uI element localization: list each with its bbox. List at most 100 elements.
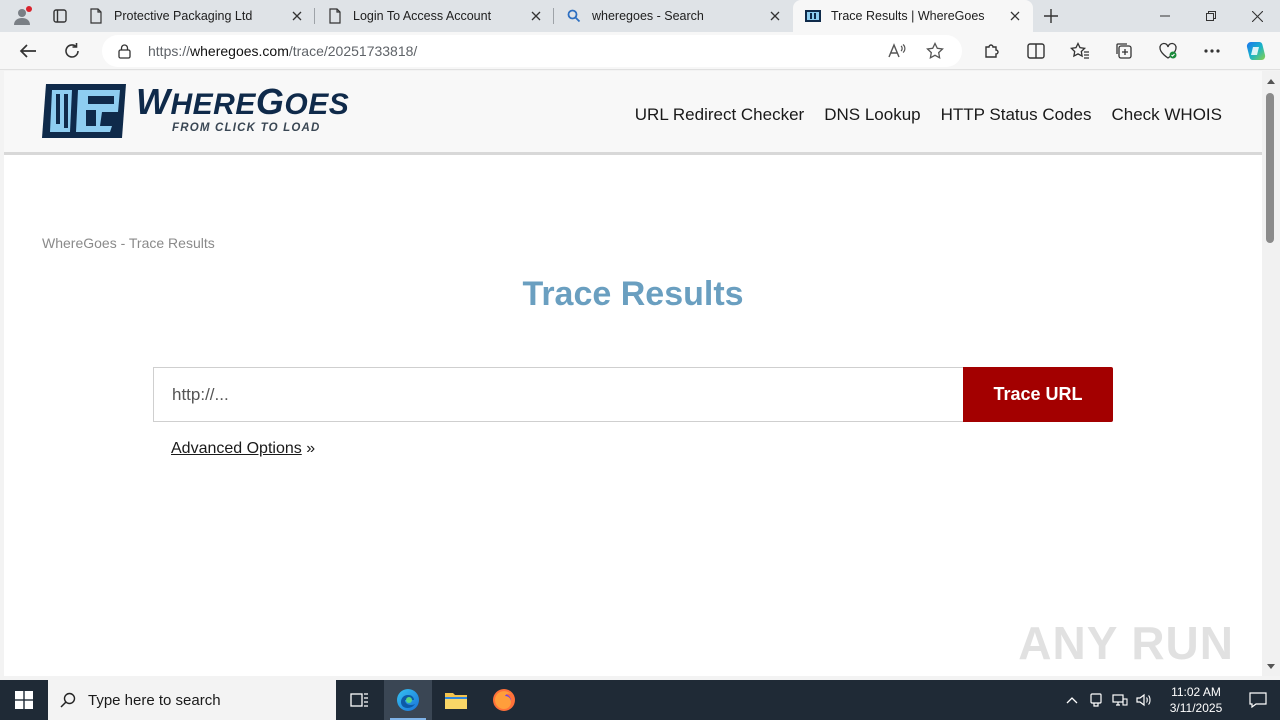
firefox-icon xyxy=(493,689,515,711)
browser-tab-strip: Protective Packaging Ltd Login To Access… xyxy=(0,0,1280,32)
tab-trace-results[interactable]: Trace Results | WhereGoes xyxy=(793,0,1033,32)
close-icon[interactable] xyxy=(767,8,783,24)
site-header: WHEREGOES FROM CLICK TO LOAD URL Redirec… xyxy=(4,71,1262,155)
copilot-button[interactable] xyxy=(1234,35,1278,67)
close-icon[interactable] xyxy=(528,8,544,24)
plus-icon xyxy=(1044,9,1058,23)
url-input[interactable] xyxy=(153,367,963,422)
show-hidden-icons-chevron-icon[interactable] xyxy=(1060,696,1084,704)
extensions-button[interactable] xyxy=(970,35,1014,67)
toolbar-right-buttons xyxy=(970,35,1278,67)
favorites-button[interactable] xyxy=(1058,35,1102,67)
page-icon xyxy=(88,8,104,24)
tab-title: Protective Packaging Ltd xyxy=(114,9,253,23)
logo-wordmark: WHEREGOES xyxy=(136,81,350,122)
profile-button[interactable] xyxy=(0,0,44,32)
collections-button[interactable] xyxy=(1102,35,1146,67)
taskbar-search-box[interactable]: Type here to search xyxy=(48,680,336,720)
heart-pulse-icon xyxy=(1159,42,1177,59)
folder-icon xyxy=(445,693,467,709)
nav-url-redirect-checker[interactable]: URL Redirect Checker xyxy=(635,105,804,125)
close-icon[interactable] xyxy=(1007,8,1023,24)
wheregoes-logo-mark-icon xyxy=(42,84,126,138)
wheregoes-favicon-icon xyxy=(805,8,821,24)
close-icon[interactable] xyxy=(289,8,305,24)
trace-url-button[interactable]: Trace URL xyxy=(963,367,1113,422)
tab-title: Login To Access Account xyxy=(353,9,492,23)
meet-now-icon[interactable] xyxy=(1084,693,1108,707)
volume-icon[interactable] xyxy=(1132,693,1156,707)
nav-dns-lookup[interactable]: DNS Lookup xyxy=(824,105,920,125)
favorite-star-button[interactable] xyxy=(916,42,954,60)
more-dots-icon xyxy=(1204,49,1220,53)
notification-dot xyxy=(26,6,32,12)
scroll-up-arrow-icon[interactable] xyxy=(1265,75,1277,87)
minimize-icon xyxy=(1160,15,1170,17)
vertical-scrollbar[interactable] xyxy=(1262,71,1280,676)
system-tray: 11:02 AM 3/11/2025 xyxy=(1060,680,1280,720)
page-title: Trace Results xyxy=(522,275,744,313)
clock-date: 3/11/2025 xyxy=(1169,701,1223,715)
taskbar-edge[interactable] xyxy=(384,680,432,720)
notification-icon xyxy=(1249,692,1267,708)
start-button[interactable] xyxy=(0,680,48,720)
search-icon xyxy=(60,692,76,708)
tab-title: wheregoes - Search xyxy=(592,9,704,23)
edge-icon xyxy=(397,689,419,711)
lock-icon xyxy=(118,43,134,59)
refresh-button[interactable] xyxy=(52,35,92,67)
windows-logo-icon xyxy=(15,691,33,709)
url-text[interactable]: https://wheregoes.com/trace/20251733818/ xyxy=(148,43,878,59)
back-button[interactable] xyxy=(8,35,48,67)
trace-form: Trace URL xyxy=(153,367,1113,422)
favorites-icon xyxy=(1070,42,1089,59)
refresh-icon xyxy=(65,43,79,58)
browser-essentials-button[interactable] xyxy=(1146,35,1190,67)
read-aloud-icon xyxy=(888,43,906,58)
page-icon xyxy=(327,8,343,24)
tab-actions-button[interactable] xyxy=(44,0,76,32)
tab-wheregoes-search[interactable]: wheregoes - Search xyxy=(554,0,793,32)
watermark-text: ANY RUN xyxy=(1018,617,1234,669)
back-arrow-icon xyxy=(19,44,36,58)
taskbar-clock[interactable]: 11:02 AM 3/11/2025 xyxy=(1156,684,1236,716)
read-aloud-button[interactable] xyxy=(878,42,916,60)
windows-taskbar: Type here to search 11:02 AM 3/11/2025 xyxy=(0,680,1280,720)
taskbar-firefox[interactable] xyxy=(480,680,528,720)
tab-protective-packaging[interactable]: Protective Packaging Ltd xyxy=(76,0,315,32)
tab-actions-icon xyxy=(53,9,67,23)
clock-time: 11:02 AM xyxy=(1171,685,1221,699)
scrollbar-thumb[interactable] xyxy=(1266,93,1274,243)
tab-login-access[interactable]: Login To Access Account xyxy=(315,0,554,32)
nav-http-status-codes[interactable]: HTTP Status Codes xyxy=(941,105,1092,125)
split-screen-button[interactable] xyxy=(1014,35,1058,67)
advanced-options: Advanced Options » xyxy=(171,440,315,458)
new-tab-button[interactable] xyxy=(1033,0,1069,32)
network-icon[interactable] xyxy=(1108,693,1132,707)
scroll-down-arrow-icon[interactable] xyxy=(1265,660,1277,672)
restore-button[interactable] xyxy=(1188,0,1234,32)
task-view-button[interactable] xyxy=(336,680,384,720)
star-icon xyxy=(926,42,944,60)
close-icon xyxy=(1251,10,1263,22)
notification-center-button[interactable] xyxy=(1236,692,1280,708)
taskbar-search-placeholder: Type here to search xyxy=(88,691,221,709)
puzzle-icon xyxy=(985,44,999,58)
browser-toolbar: https://wheregoes.com/trace/20251733818/ xyxy=(0,32,1280,70)
collections-icon xyxy=(1116,43,1132,59)
nav-check-whois[interactable]: Check WHOIS xyxy=(1111,105,1222,125)
wheregoes-logo[interactable]: WHEREGOES FROM CLICK TO LOAD xyxy=(42,82,349,140)
close-window-button[interactable] xyxy=(1234,0,1280,32)
advanced-options-link[interactable]: Advanced Options xyxy=(171,440,302,457)
restore-icon xyxy=(1206,11,1216,21)
page-viewport: WHEREGOES FROM CLICK TO LOAD URL Redirec… xyxy=(4,71,1262,676)
more-menu-button[interactable] xyxy=(1190,35,1234,67)
address-bar[interactable]: https://wheregoes.com/trace/20251733818/ xyxy=(102,35,962,67)
tab-title: Trace Results | WhereGoes xyxy=(831,9,985,23)
anyrun-watermark: ANY RUN xyxy=(1018,616,1234,670)
site-nav: URL Redirect Checker DNS Lookup HTTP Sta… xyxy=(635,105,1222,125)
minimize-button[interactable] xyxy=(1142,0,1188,32)
split-screen-icon xyxy=(1027,43,1045,59)
taskbar-file-explorer[interactable] xyxy=(432,680,480,720)
breadcrumb: WhereGoes - Trace Results xyxy=(42,235,215,251)
